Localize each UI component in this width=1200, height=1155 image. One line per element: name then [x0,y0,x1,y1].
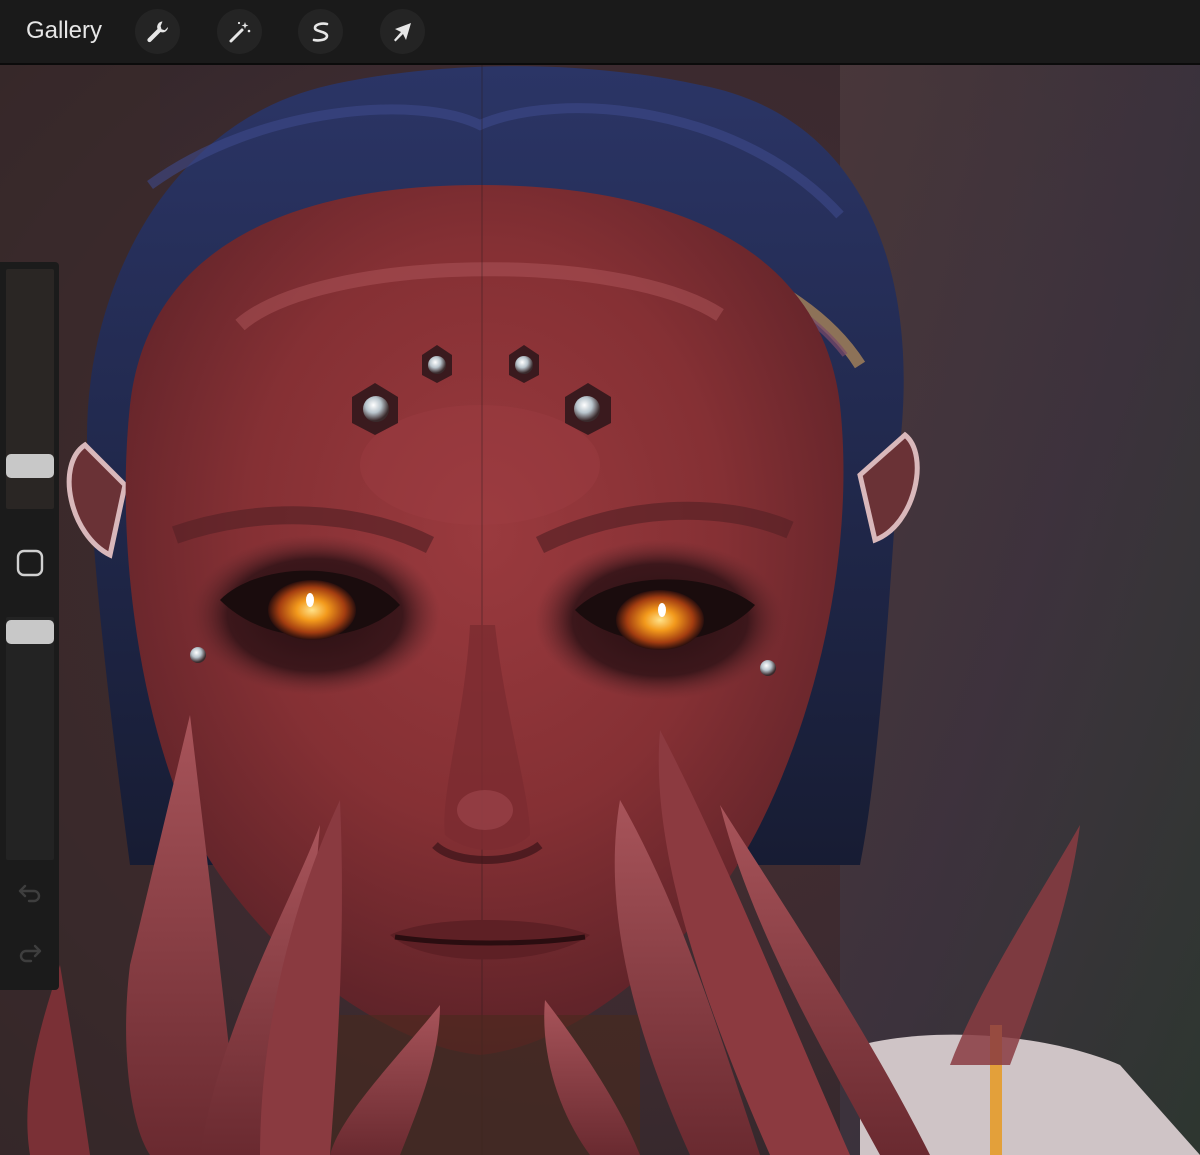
selection-button[interactable] [298,9,343,54]
brush-size-slider[interactable] [6,269,54,509]
drawing-canvas[interactable] [0,65,1200,1155]
undo-button[interactable] [15,880,45,910]
procreate-app: Gallery [0,0,1200,1155]
arrow-cursor-icon [390,19,416,45]
gallery-button[interactable]: Gallery [26,16,102,46]
top-toolbar: Gallery [0,0,1200,65]
square-icon [16,549,44,581]
brush-size-thumb[interactable] [6,454,54,478]
redo-button[interactable] [15,940,45,970]
actions-button[interactable] [135,9,180,54]
modify-button[interactable] [16,549,44,577]
brush-opacity-thumb[interactable] [6,620,54,644]
adjustments-button[interactable] [217,9,262,54]
transform-button[interactable] [380,9,425,54]
selection-s-icon [308,19,334,45]
painted-portrait [0,65,1200,1155]
redo-icon [17,942,43,969]
undo-icon [17,882,43,909]
wrench-icon [145,19,171,45]
magic-wand-icon [227,19,253,45]
brush-opacity-slider[interactable] [6,617,54,860]
brush-sidebar [0,262,59,990]
